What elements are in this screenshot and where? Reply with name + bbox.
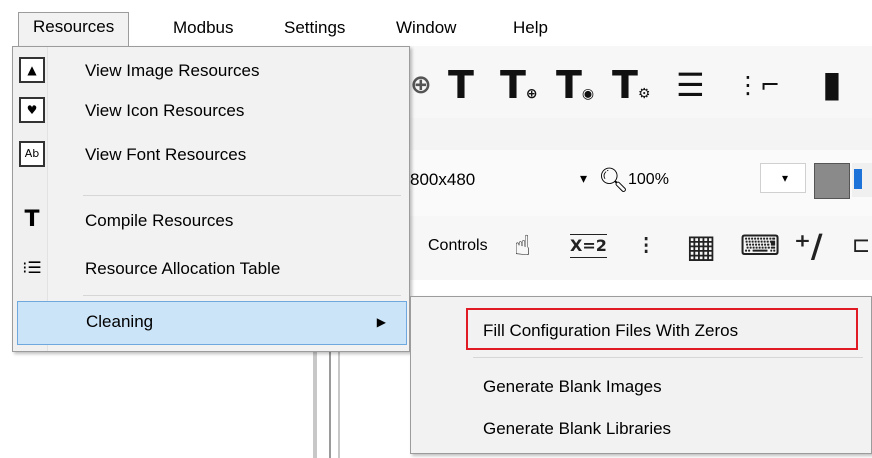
zoom-icon: 🔍︎ — [598, 166, 629, 194]
menu-item-label: View Image Resources — [85, 61, 260, 80]
text-settings-tool-icon[interactable]: T⚙ — [612, 62, 650, 117]
led-indicator-icon[interactable]: ⁝ — [642, 226, 650, 266]
menu-resources[interactable]: Resources — [18, 12, 130, 46]
menu-separator — [83, 295, 401, 296]
submenu-item-label: Generate Blank Libraries — [483, 419, 672, 438]
allocation-table-icon: ⁝☰ — [22, 258, 42, 277]
menu-item-label: Compile Resources — [85, 211, 234, 230]
resolution-select[interactable]: 800x480 — [410, 170, 475, 190]
resources-dropdown-menu: ▲ View Image Resources ♥ View Icon Resou… — [12, 46, 410, 352]
plus-minus-icon[interactable]: ⁺∕ — [794, 226, 823, 266]
menu-window[interactable]: Window — [396, 14, 456, 46]
menu-item-label: View Font Resources — [85, 145, 247, 164]
highlight-outline — [466, 308, 858, 350]
controls-label: Controls — [428, 237, 488, 254]
sd-card-icon[interactable]: ▮ — [822, 62, 842, 108]
zoom-value[interactable]: 100% — [628, 171, 669, 189]
toolbar-partial-icon[interactable]: ⊕ — [410, 62, 432, 108]
list-tool-icon[interactable]: ☰ — [676, 62, 705, 108]
compile-icon: T — [24, 207, 40, 232]
zoom-dropdown-arrow-icon[interactable]: ▾ — [782, 171, 788, 185]
menu-help[interactable]: Help — [513, 14, 548, 46]
resolution-dropdown-arrow-icon[interactable]: ▾ — [580, 170, 587, 187]
menu-item-compile-resources[interactable]: T Compile Resources — [13, 201, 409, 247]
font-resource-icon: Ab — [19, 141, 45, 167]
image-resource-icon: ▲ — [19, 57, 45, 83]
menu-bar: Resources Modbus Settings Window Help — [0, 0, 872, 46]
menu-settings[interactable]: Settings — [284, 14, 345, 46]
icon-resource-icon: ♥ — [19, 97, 45, 123]
menu-item-label: Resource Allocation Table — [85, 259, 281, 278]
menu-item-cleaning[interactable]: Cleaning ▶ — [17, 301, 407, 345]
menu-item-view-font-resources[interactable]: Ab View Font Resources — [13, 135, 409, 181]
submenu-arrow-icon: ▶ — [376, 315, 386, 329]
expression-icon[interactable]: X=2 — [570, 234, 607, 258]
menu-item-resource-allocation-table[interactable]: ⁝☰ Resource Allocation Table — [13, 249, 409, 295]
text-view-tool-icon[interactable]: T◉ — [556, 62, 594, 117]
menu-item-view-icon-resources[interactable]: ♥ View Icon Resources — [13, 91, 409, 137]
slider-partial-icon[interactable]: ⊏ — [852, 226, 870, 266]
menu-separator — [83, 195, 401, 196]
keyboard-icon[interactable]: ⌨ — [740, 226, 780, 266]
menu-item-label: Cleaning — [86, 312, 154, 331]
text-target-tool-icon[interactable]: T⊕ — [500, 62, 538, 117]
menu-modbus[interactable]: Modbus — [173, 14, 233, 46]
text-tool-icon[interactable]: T — [448, 62, 474, 108]
menu-item-label: View Icon Resources — [85, 101, 245, 120]
submenu-separator — [473, 357, 863, 358]
color-swatch[interactable] — [814, 163, 850, 199]
submenu-item-label: Generate Blank Images — [483, 377, 662, 396]
touch-hand-icon[interactable]: ☝ — [514, 226, 531, 266]
tree-tool-icon[interactable]: ⋮⌐ — [736, 62, 780, 108]
submenu-item-generate-blank-images[interactable]: Generate Blank Images — [411, 367, 871, 407]
keypad-icon[interactable]: ▦ — [686, 226, 716, 266]
color-swatch-secondary[interactable] — [852, 163, 872, 197]
submenu-item-generate-blank-libraries[interactable]: Generate Blank Libraries — [411, 409, 871, 449]
